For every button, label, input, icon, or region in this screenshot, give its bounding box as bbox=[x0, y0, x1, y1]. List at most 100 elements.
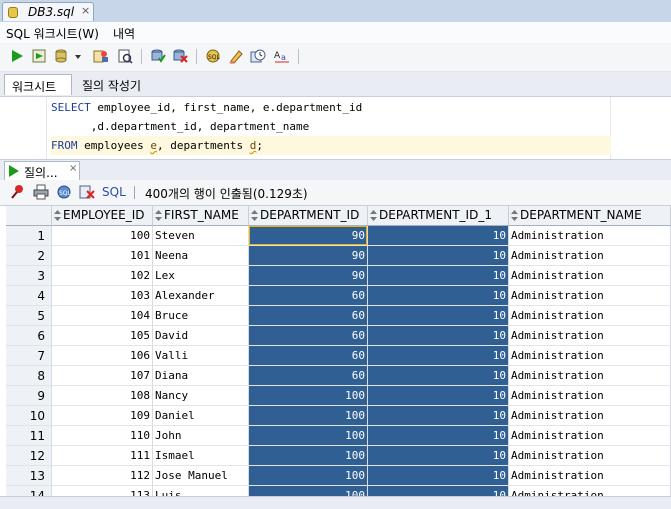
department-id-1-cell[interactable]: 10 bbox=[368, 386, 509, 406]
column-header[interactable]: FIRST_NAME bbox=[153, 206, 249, 226]
column-header[interactable]: EMPLOYEE_ID bbox=[52, 206, 153, 226]
first-name-cell[interactable]: Steven bbox=[153, 226, 249, 246]
first-name-cell[interactable]: Valli bbox=[153, 346, 249, 366]
department-id-1-cell[interactable]: 10 bbox=[368, 446, 509, 466]
tab-worksheet[interactable]: 워크시트 bbox=[4, 74, 72, 95]
department-name-cell[interactable]: Administration bbox=[509, 446, 671, 466]
department-id-1-cell[interactable]: 10 bbox=[368, 366, 509, 386]
department-id-1-cell[interactable]: 10 bbox=[368, 406, 509, 426]
column-header[interactable]: DEPARTMENT_ID bbox=[249, 206, 368, 226]
first-name-cell[interactable]: Luis bbox=[153, 486, 249, 496]
department-name-cell[interactable]: Administration bbox=[509, 406, 671, 426]
department-id-1-cell[interactable]: 10 bbox=[368, 486, 509, 496]
first-name-cell[interactable]: Alexander bbox=[153, 286, 249, 306]
department-name-cell[interactable]: Administration bbox=[509, 386, 671, 406]
department-id-1-cell[interactable]: 10 bbox=[368, 466, 509, 486]
table-row[interactable]: 11 110 John 100 10 Administration bbox=[6, 426, 671, 446]
first-name-cell[interactable]: John bbox=[153, 426, 249, 446]
first-name-cell[interactable]: Diana bbox=[153, 366, 249, 386]
employee-id-cell[interactable]: 108 bbox=[52, 386, 153, 406]
department-id-1-cell[interactable]: 10 bbox=[368, 266, 509, 286]
bottom-scrollbar[interactable] bbox=[0, 496, 671, 509]
chevron-down-icon[interactable] bbox=[73, 48, 83, 64]
column-header[interactable]: DEPARTMENT_NAME bbox=[509, 206, 671, 226]
close-icon[interactable]: × bbox=[81, 4, 90, 17]
employee-id-cell[interactable]: 111 bbox=[52, 446, 153, 466]
department-id-1-cell[interactable]: 10 bbox=[368, 226, 509, 246]
table-row[interactable]: 4 103 Alexander 60 10 Administration bbox=[6, 286, 671, 306]
history-icon[interactable] bbox=[250, 48, 266, 64]
first-name-cell[interactable]: David bbox=[153, 326, 249, 346]
clear-icon[interactable] bbox=[228, 48, 244, 64]
table-row[interactable]: 12 111 Ismael 100 10 Administration bbox=[6, 446, 671, 466]
department-id-cell[interactable]: 100 bbox=[249, 486, 368, 496]
run-statement-icon[interactable] bbox=[9, 48, 25, 64]
employee-id-cell[interactable]: 105 bbox=[52, 326, 153, 346]
first-name-cell[interactable]: Bruce bbox=[153, 306, 249, 326]
table-row[interactable]: 13 112 Jose Manuel 100 10 Administration bbox=[6, 466, 671, 486]
tab-query-result[interactable]: 질의... × bbox=[4, 161, 80, 181]
department-id-1-cell[interactable]: 10 bbox=[368, 326, 509, 346]
tab-history[interactable]: 내역 bbox=[113, 25, 135, 42]
sql-link[interactable]: SQL bbox=[102, 185, 126, 199]
employee-id-cell[interactable]: 107 bbox=[52, 366, 153, 386]
department-id-cell[interactable]: 100 bbox=[249, 406, 368, 426]
department-id-cell[interactable]: 90 bbox=[249, 226, 368, 246]
department-name-cell[interactable]: Administration bbox=[509, 246, 671, 266]
pin-icon[interactable] bbox=[10, 184, 26, 200]
first-name-cell[interactable]: Nancy bbox=[153, 386, 249, 406]
run-script-icon[interactable] bbox=[31, 48, 47, 64]
department-id-1-cell[interactable]: 10 bbox=[368, 286, 509, 306]
department-id-cell[interactable]: 100 bbox=[249, 466, 368, 486]
commit-icon[interactable] bbox=[53, 48, 69, 64]
department-id-cell[interactable]: 60 bbox=[249, 306, 368, 326]
unshared-sql-icon[interactable] bbox=[172, 48, 188, 64]
file-tab[interactable]: DB3.sql × bbox=[2, 2, 94, 21]
department-name-cell[interactable]: Administration bbox=[509, 326, 671, 346]
department-id-1-cell[interactable]: 10 bbox=[368, 246, 509, 266]
explain-plan-icon[interactable] bbox=[93, 48, 109, 64]
table-row[interactable]: 8 107 Diana 60 10 Administration bbox=[6, 366, 671, 386]
table-row[interactable]: 10 109 Daniel 100 10 Administration bbox=[6, 406, 671, 426]
department-id-cell[interactable]: 90 bbox=[249, 266, 368, 286]
department-id-cell[interactable]: 60 bbox=[249, 326, 368, 346]
table-row[interactable]: 14 113 Luis 100 10 Administration bbox=[6, 486, 671, 496]
department-name-cell[interactable]: Administration bbox=[509, 426, 671, 446]
department-name-cell[interactable]: Administration bbox=[509, 286, 671, 306]
employee-id-cell[interactable]: 104 bbox=[52, 306, 153, 326]
first-name-cell[interactable]: Lex bbox=[153, 266, 249, 286]
employee-id-cell[interactable]: 109 bbox=[52, 406, 153, 426]
department-id-1-cell[interactable]: 10 bbox=[368, 346, 509, 366]
department-id-1-cell[interactable]: 10 bbox=[368, 426, 509, 446]
first-name-cell[interactable]: Jose Manuel bbox=[153, 466, 249, 486]
close-icon[interactable]: × bbox=[69, 163, 77, 174]
cancel-sql-icon[interactable] bbox=[79, 184, 95, 200]
department-id-cell[interactable]: 60 bbox=[249, 366, 368, 386]
department-name-cell[interactable]: Administration bbox=[509, 346, 671, 366]
sql-tuning-icon[interactable]: SQL bbox=[205, 48, 221, 64]
tab-sql-worksheet[interactable]: SQL 워크시트(W) bbox=[6, 25, 99, 42]
result-grid[interactable]: EMPLOYEE_ID FIRST_NAME DEPARTMENT_ID DEP… bbox=[6, 206, 671, 496]
first-name-cell[interactable]: Ismael bbox=[153, 446, 249, 466]
department-name-cell[interactable]: Administration bbox=[509, 306, 671, 326]
department-name-cell[interactable]: Administration bbox=[509, 466, 671, 486]
employee-id-cell[interactable]: 112 bbox=[52, 466, 153, 486]
tab-query-builder[interactable]: 질의 작성기 bbox=[82, 77, 141, 94]
table-row[interactable]: 2 101 Neena 90 10 Administration bbox=[6, 246, 671, 266]
format-icon[interactable]: Aa bbox=[274, 48, 290, 64]
autotrace-icon[interactable] bbox=[117, 48, 133, 64]
table-row[interactable]: 5 104 Bruce 60 10 Administration bbox=[6, 306, 671, 326]
employee-id-cell[interactable]: 110 bbox=[52, 426, 153, 446]
department-id-cell[interactable]: 60 bbox=[249, 286, 368, 306]
department-name-cell[interactable]: Administration bbox=[509, 366, 671, 386]
table-row[interactable]: 3 102 Lex 90 10 Administration bbox=[6, 266, 671, 286]
table-row[interactable]: 7 106 Valli 60 10 Administration bbox=[6, 346, 671, 366]
employee-id-cell[interactable]: 113 bbox=[52, 486, 153, 496]
department-name-cell[interactable]: Administration bbox=[509, 486, 671, 496]
employee-id-cell[interactable]: 100 bbox=[52, 226, 153, 246]
table-row[interactable]: 9 108 Nancy 100 10 Administration bbox=[6, 386, 671, 406]
department-id-cell[interactable]: 100 bbox=[249, 446, 368, 466]
sql-editor[interactable]: SELECT employee_id, first_name, e.depart… bbox=[6, 97, 671, 159]
department-id-cell[interactable]: 100 bbox=[249, 386, 368, 406]
employee-id-cell[interactable]: 103 bbox=[52, 286, 153, 306]
